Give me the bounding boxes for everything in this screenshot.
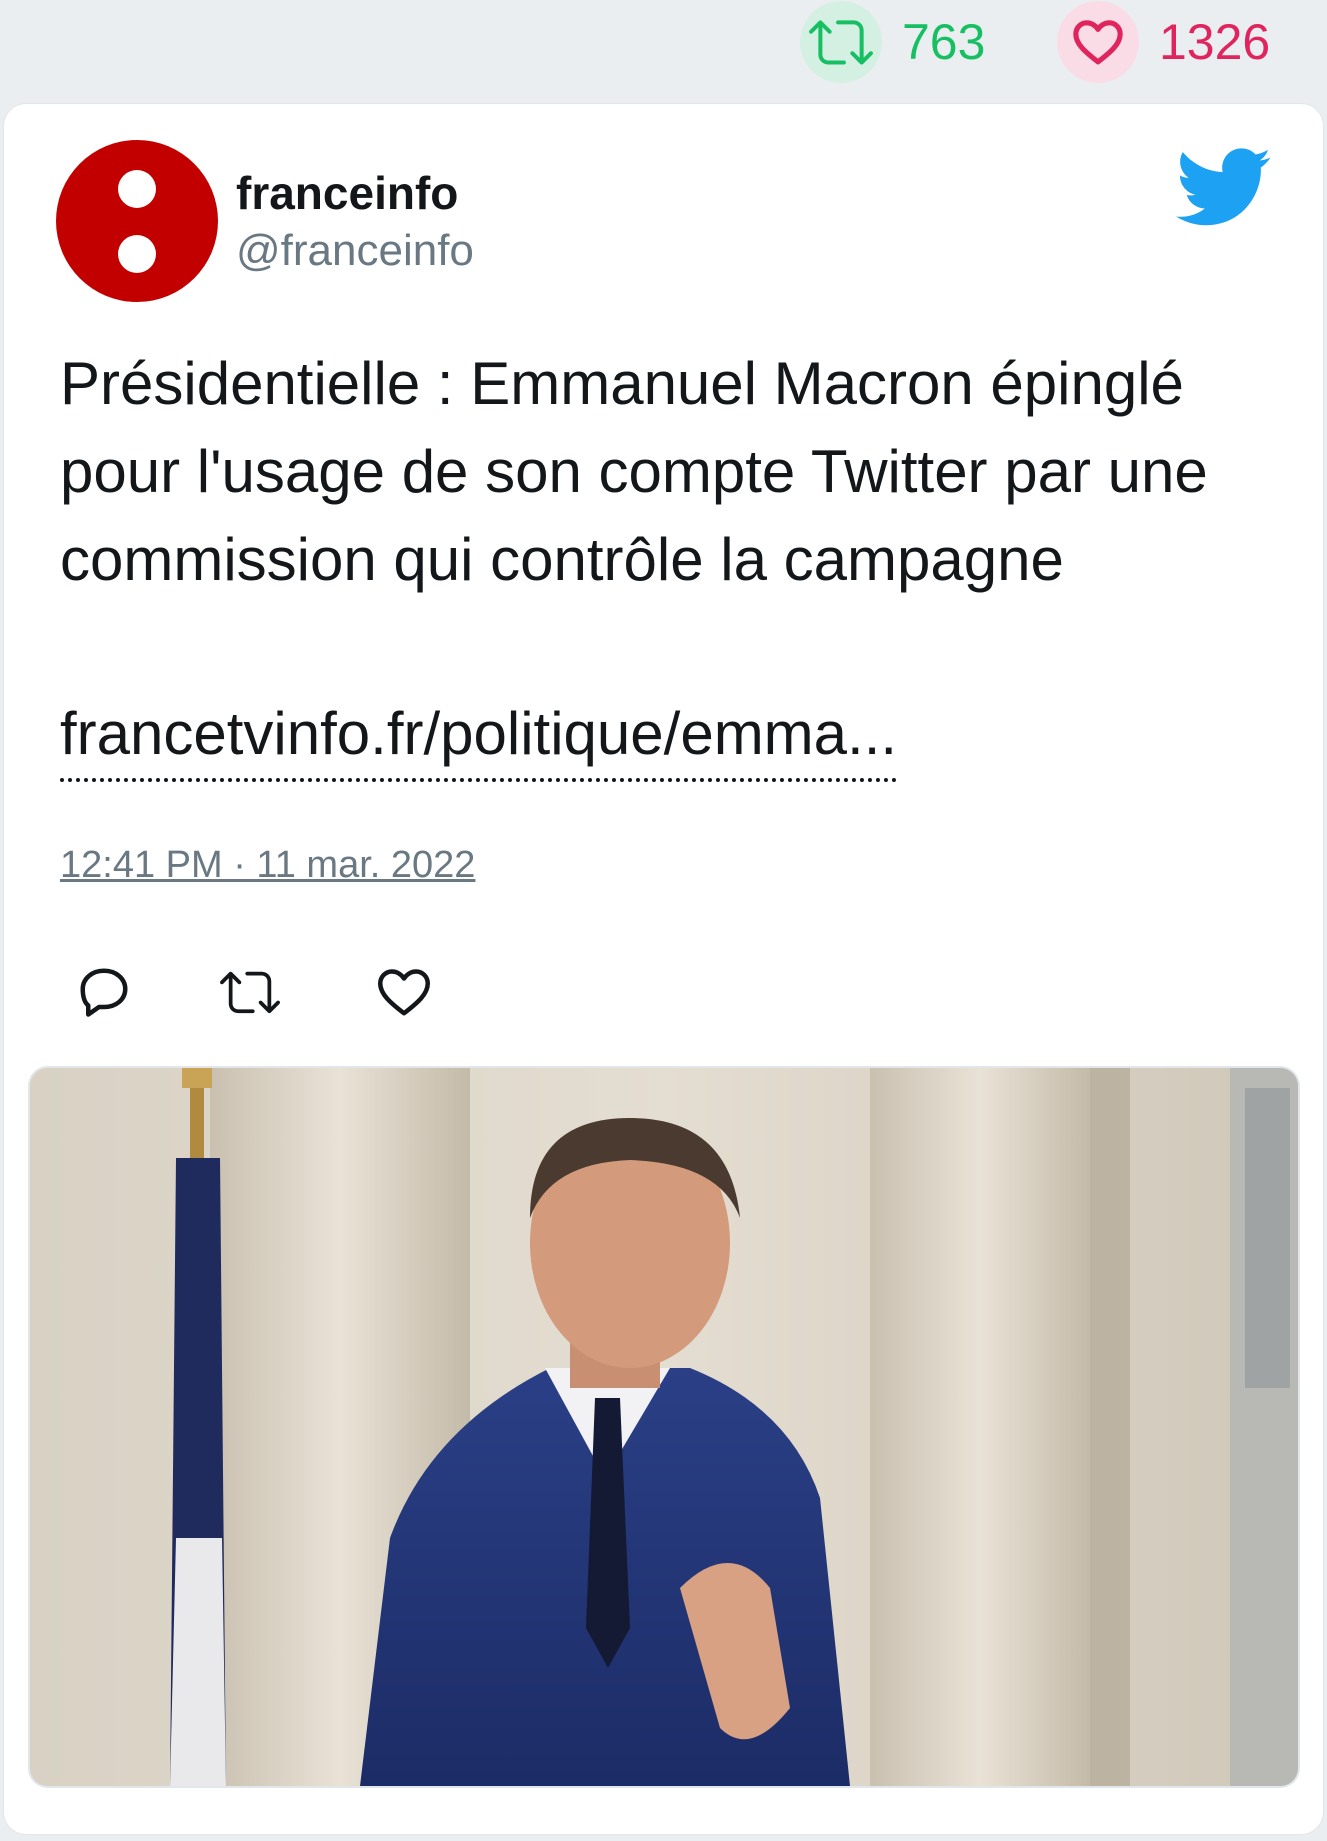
tweet-text: Présidentielle : Emmanuel Macron épinglé… [60, 350, 1208, 593]
retweet-count-stat[interactable]: 763 [800, 0, 985, 84]
tweet-link[interactable]: francetvinfo.fr/politique/emma... [60, 690, 898, 782]
avatar[interactable] [56, 140, 218, 302]
user-handle[interactable]: @franceinfo [236, 226, 474, 276]
heart-icon[interactable] [1057, 1, 1139, 83]
reply-icon[interactable] [74, 962, 134, 1022]
twitter-bird-icon[interactable] [1176, 148, 1272, 228]
like-count-stat[interactable]: 1326 [1057, 0, 1270, 84]
engagement-bar: 763 1326 [0, 0, 1327, 100]
avatar-logo-dot [118, 170, 156, 208]
heart-icon[interactable] [374, 962, 434, 1022]
retweet-count: 763 [902, 14, 986, 70]
like-count: 1326 [1159, 14, 1271, 70]
tweet-timestamp[interactable]: 12:41 PM · 11 mar. 2022 [60, 844, 475, 887]
tweet-card: franceinfo @franceinfo Présidentielle : … [4, 104, 1323, 1834]
retweet-icon[interactable] [220, 962, 280, 1022]
tweet-media-photo[interactable] [30, 1068, 1298, 1786]
display-name[interactable]: franceinfo [236, 166, 458, 220]
photo-illustration [30, 1068, 1298, 1786]
retweet-icon[interactable] [800, 1, 882, 83]
avatar-logo-dot [118, 235, 156, 273]
